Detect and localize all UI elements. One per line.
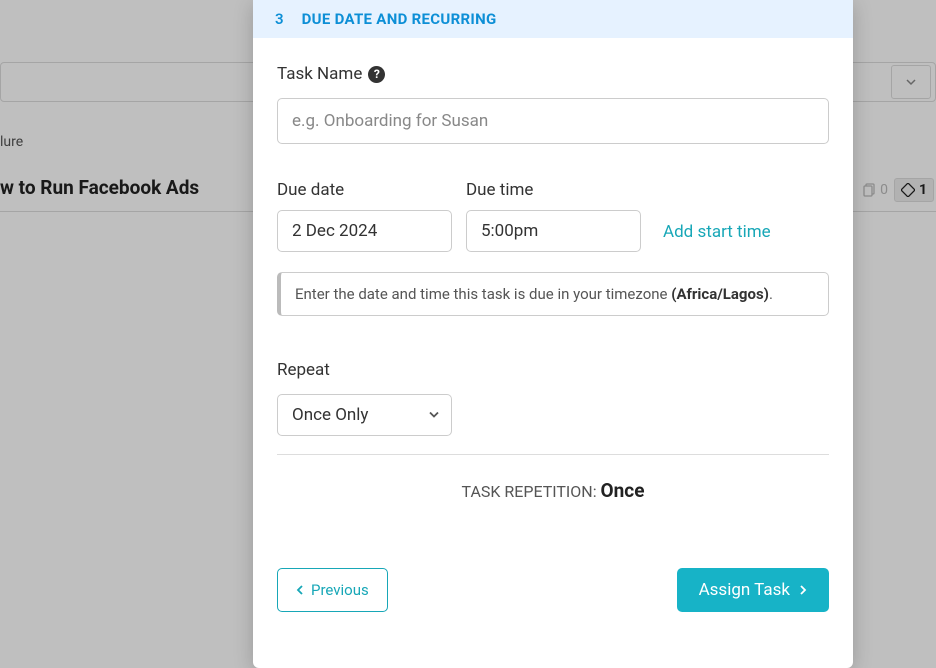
step-number: 3 — [275, 10, 284, 28]
chevron-left-icon — [296, 584, 305, 596]
due-time-col: Due time — [466, 180, 641, 252]
due-date-col: Due date — [277, 180, 452, 252]
hint-timezone: (Africa/Lagos) — [671, 285, 769, 303]
due-row: Due date Due time Add start time — [277, 180, 829, 252]
due-date-input[interactable] — [277, 210, 452, 252]
due-time-input[interactable] — [466, 210, 641, 252]
assign-button-label: Assign Task — [699, 580, 790, 600]
timezone-hint: Enter the date and time this task is due… — [277, 272, 829, 316]
repeat-label: Repeat — [277, 360, 829, 380]
help-icon[interactable]: ? — [368, 66, 385, 83]
repetition-summary: TASK REPETITION: Once — [277, 479, 829, 502]
step-header: 3 DUE DATE AND RECURRING — [253, 0, 853, 38]
previous-button[interactable]: Previous — [277, 568, 388, 612]
rep-summary-value: Once — [601, 479, 645, 502]
divider — [277, 454, 829, 455]
add-start-time-link[interactable]: Add start time — [655, 212, 779, 252]
due-date-label: Due date — [277, 180, 452, 200]
step-title: DUE DATE AND RECURRING — [302, 10, 497, 28]
task-name-label: Task Name — [277, 64, 362, 84]
hint-suffix: . — [769, 285, 773, 303]
rep-summary-label: TASK REPETITION: — [462, 482, 601, 501]
chevron-right-icon — [798, 584, 807, 596]
assign-task-button[interactable]: Assign Task — [677, 568, 829, 612]
task-modal: 3 DUE DATE AND RECURRING Task Name ? Due… — [253, 0, 853, 668]
repeat-section: Repeat Once Only TASK REPETITION: Once — [277, 360, 829, 502]
modal-body: Task Name ? Due date Due time Add start … — [253, 38, 853, 520]
task-name-input[interactable] — [277, 98, 829, 144]
hint-prefix: Enter the date and time this task is due… — [295, 285, 671, 303]
modal-footer: Previous Assign Task — [253, 550, 853, 630]
previous-button-label: Previous — [311, 581, 369, 599]
repeat-select-wrap: Once Only — [277, 394, 452, 436]
repeat-select[interactable]: Once Only — [277, 394, 452, 436]
task-name-label-row: Task Name ? — [277, 64, 829, 84]
due-time-label: Due time — [466, 180, 641, 200]
